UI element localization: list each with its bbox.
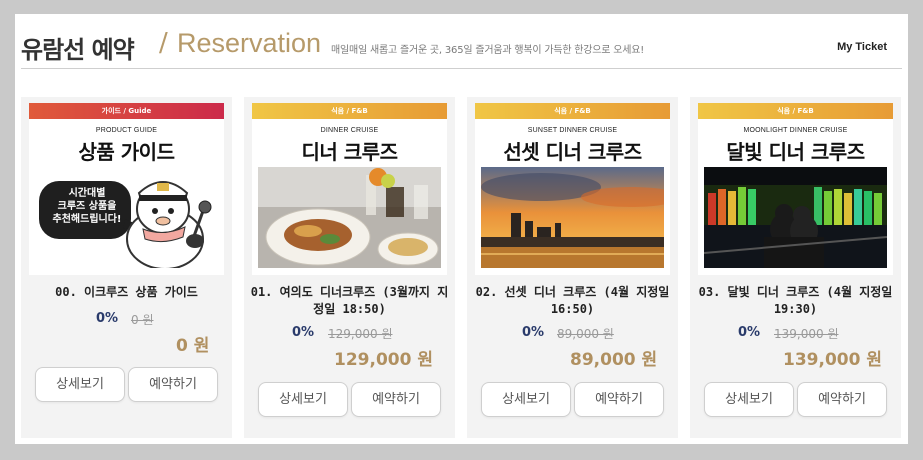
reserve-button[interactable]: 예약하기	[351, 382, 441, 417]
original-price: 129,000 원	[328, 327, 393, 341]
detail-button[interactable]: 상세보기	[258, 382, 348, 417]
discount-rate: 0%	[738, 325, 761, 340]
bubble-line-2: 크루즈 상품을	[57, 201, 117, 212]
original-price: 139,000 원	[774, 327, 839, 341]
product-card: 식음 / F&B MOONLIGHT DINNER CRUISE 달빛 디너 크…	[690, 97, 901, 438]
thumbnail-subtitle: PRODUCT GUIDE	[95, 127, 158, 134]
thumbnail-title: 달빛 디너 크루즈	[726, 140, 865, 164]
detail-button[interactable]: 상세보기	[35, 367, 125, 402]
page-subtitle: 매일매일 새롭고 즐거운 곳, 365일 즐거움과 행복이 가득한 한강으로 오…	[331, 45, 645, 56]
detail-button[interactable]: 상세보기	[481, 382, 571, 417]
thumbnail-subtitle: DINNER CRUISE	[320, 127, 379, 134]
final-price: 139,000 원	[783, 350, 882, 370]
reserve-button[interactable]: 예약하기	[574, 382, 664, 417]
thumbnail-title: 상품 가이드	[78, 140, 175, 164]
sunset-photo	[481, 167, 664, 268]
discount-rate: 0%	[292, 325, 315, 340]
thumbnail-title: 선셋 디너 크루즈	[503, 140, 642, 164]
product-thumbnail[interactable]: 식음 / F&B MOONLIGHT DINNER CRUISE 달빛 디너 크…	[698, 103, 893, 275]
category-label: 식음 / F&B	[698, 103, 893, 119]
category-label: 식음 / F&B	[252, 103, 447, 119]
product-name[interactable]: 00. 이크루즈 상품 가이드	[27, 284, 226, 301]
category-label: 식음 / F&B	[475, 103, 670, 119]
product-name[interactable]: 02. 선셋 디너 크루즈 (4월 지정일 16:50)	[473, 284, 672, 318]
thumbnail-title: 디너 크루즈	[301, 140, 398, 164]
bubble-line-3: 추천해드립니다!	[52, 214, 122, 225]
product-thumbnail[interactable]: 식음 / F&B SUNSET DINNER CRUISE 선셋 디너 크루즈	[475, 103, 670, 275]
page-header: 유람선 예약 / Reservation 매일매일 새롭고 즐거운 곳, 365…	[21, 28, 902, 69]
thumbnail-subtitle: MOONLIGHT DINNER CRUISE	[743, 127, 848, 134]
product-thumbnail[interactable]: 식음 / F&B DINNER CRUISE 디너 크루즈	[252, 103, 447, 275]
moonlight-fountain-photo	[704, 167, 887, 268]
discount-rate: 0%	[522, 325, 545, 340]
category-label: 가이드 / Guide	[29, 103, 224, 119]
final-price: 0 원	[176, 336, 210, 356]
final-price: 129,000 원	[334, 350, 433, 370]
bubble-line-1: 시간대별	[68, 188, 106, 199]
my-ticket-link[interactable]: My Ticket	[837, 41, 887, 53]
dinner-photo	[258, 167, 441, 268]
product-card: 가이드 / Guide PRODUCT GUIDE 상품 가이드 시간대별 크루…	[21, 97, 232, 438]
reserve-button[interactable]: 예약하기	[797, 382, 887, 417]
reserve-button[interactable]: 예약하기	[128, 367, 218, 402]
product-card: 식음 / F&B DINNER CRUISE 디너 크루즈 01. 여의도 디너…	[244, 97, 455, 438]
thumbnail-subtitle: SUNSET DINNER CRUISE	[527, 127, 618, 134]
page-title-en: Reservation	[177, 28, 322, 58]
product-name[interactable]: 01. 여의도 디너크루즈 (3월까지 지정일 18:50)	[250, 284, 449, 318]
title-separator: /	[159, 28, 168, 58]
product-card: 식음 / F&B SUNSET DINNER CRUISE 선셋 디너 크루즈	[467, 97, 678, 438]
detail-button[interactable]: 상세보기	[704, 382, 794, 417]
page-title-ko: 유람선 예약	[21, 36, 135, 64]
final-price: 89,000 원	[570, 350, 658, 370]
product-thumbnail[interactable]: 가이드 / Guide PRODUCT GUIDE 상품 가이드 시간대별 크루…	[29, 103, 224, 275]
original-price: 0 원	[131, 313, 154, 327]
product-name[interactable]: 03. 달빛 디너 크루즈 (4월 지정일 19:30)	[696, 284, 895, 318]
discount-rate: 0%	[96, 311, 119, 326]
reservation-panel: 유람선 예약 / Reservation 매일매일 새롭고 즐거운 곳, 365…	[15, 14, 908, 444]
original-price: 89,000 원	[557, 327, 614, 341]
